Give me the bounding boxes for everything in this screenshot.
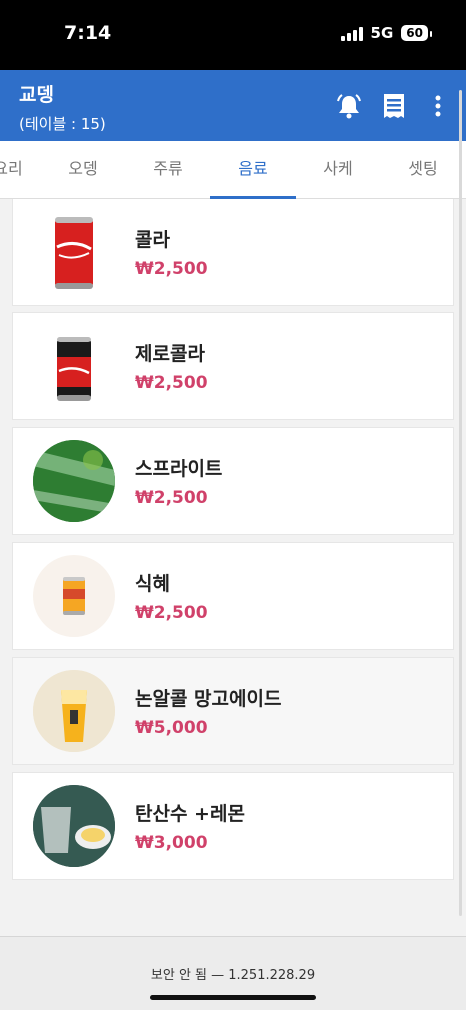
- tab-liquor[interactable]: 주류: [125, 141, 211, 199]
- cola-can-image: [33, 211, 115, 293]
- menu-item[interactable]: 논알콜 망고에이드 ₩5,000: [12, 657, 454, 765]
- table-number: (테이블 : 15): [19, 115, 106, 133]
- item-price: ₩2,500: [135, 373, 208, 393]
- item-price: ₩2,500: [135, 488, 208, 508]
- menu-item[interactable]: 탄산수 +레몬 ₩3,000: [12, 772, 454, 880]
- item-name: 논알콜 망고에이드: [135, 688, 282, 710]
- tab-beverage[interactable]: 음료: [210, 141, 296, 199]
- app-header: 교뎅 (테이블 : 15): [0, 70, 466, 141]
- more-options-icon[interactable]: [428, 92, 448, 120]
- bell-icon[interactable]: [334, 92, 364, 120]
- status-indicators: 5G 60: [340, 24, 432, 42]
- item-name: 탄산수 +레몬: [135, 803, 245, 825]
- home-indicator[interactable]: [150, 995, 316, 1000]
- category-tabs: 요리 오뎅 주류 음료 사케 셋팅: [0, 141, 466, 199]
- item-price: ₩5,000: [135, 718, 208, 738]
- tab-odeng[interactable]: 오뎅: [40, 141, 126, 199]
- item-price: ₩3,000: [135, 833, 208, 853]
- menu-item[interactable]: 제로콜라 ₩2,500: [12, 312, 454, 420]
- receipt-icon[interactable]: [380, 92, 408, 120]
- signal-icon: [340, 25, 363, 41]
- tab-setting[interactable]: 셋팅: [380, 141, 466, 199]
- item-price: ₩2,500: [135, 259, 208, 279]
- zero-cola-can-image: [33, 325, 115, 407]
- item-name: 제로콜라: [135, 343, 205, 365]
- tab-sake[interactable]: 사케: [295, 141, 381, 199]
- menu-list: 콜라 ₩2,500 제로콜라 ₩2,500 스프라이트 ₩2,500 식혜 ₩2…: [0, 199, 466, 936]
- battery-icon: 60: [401, 25, 432, 41]
- menu-item[interactable]: 식혜 ₩2,500: [12, 542, 454, 650]
- network-type: 5G: [370, 24, 394, 42]
- store-name: 교뎅: [19, 84, 54, 106]
- item-price: ₩2,500: [135, 603, 208, 623]
- sikhye-can-image: [33, 555, 115, 637]
- menu-item[interactable]: 콜라 ₩2,500: [12, 199, 454, 306]
- menu-item[interactable]: 스프라이트 ₩2,500: [12, 427, 454, 535]
- sprite-image: [33, 440, 115, 522]
- tab-beverage-label: 음료: [238, 159, 268, 178]
- status-bar: 7:14 5G 60: [0, 0, 466, 70]
- mango-ade-image: [33, 670, 115, 752]
- item-name: 식혜: [135, 573, 170, 595]
- url-bar[interactable]: 보안 안 됨 — 1.251.228.29: [0, 964, 466, 983]
- sparkling-water-lemon-image: [33, 785, 115, 867]
- item-name: 스프라이트: [135, 458, 223, 480]
- status-time: 7:14: [64, 22, 112, 44]
- browser-bottom-bar: 보안 안 됨 — 1.251.228.29: [0, 936, 466, 1010]
- scrollbar[interactable]: [459, 90, 462, 916]
- item-name: 콜라: [135, 229, 170, 251]
